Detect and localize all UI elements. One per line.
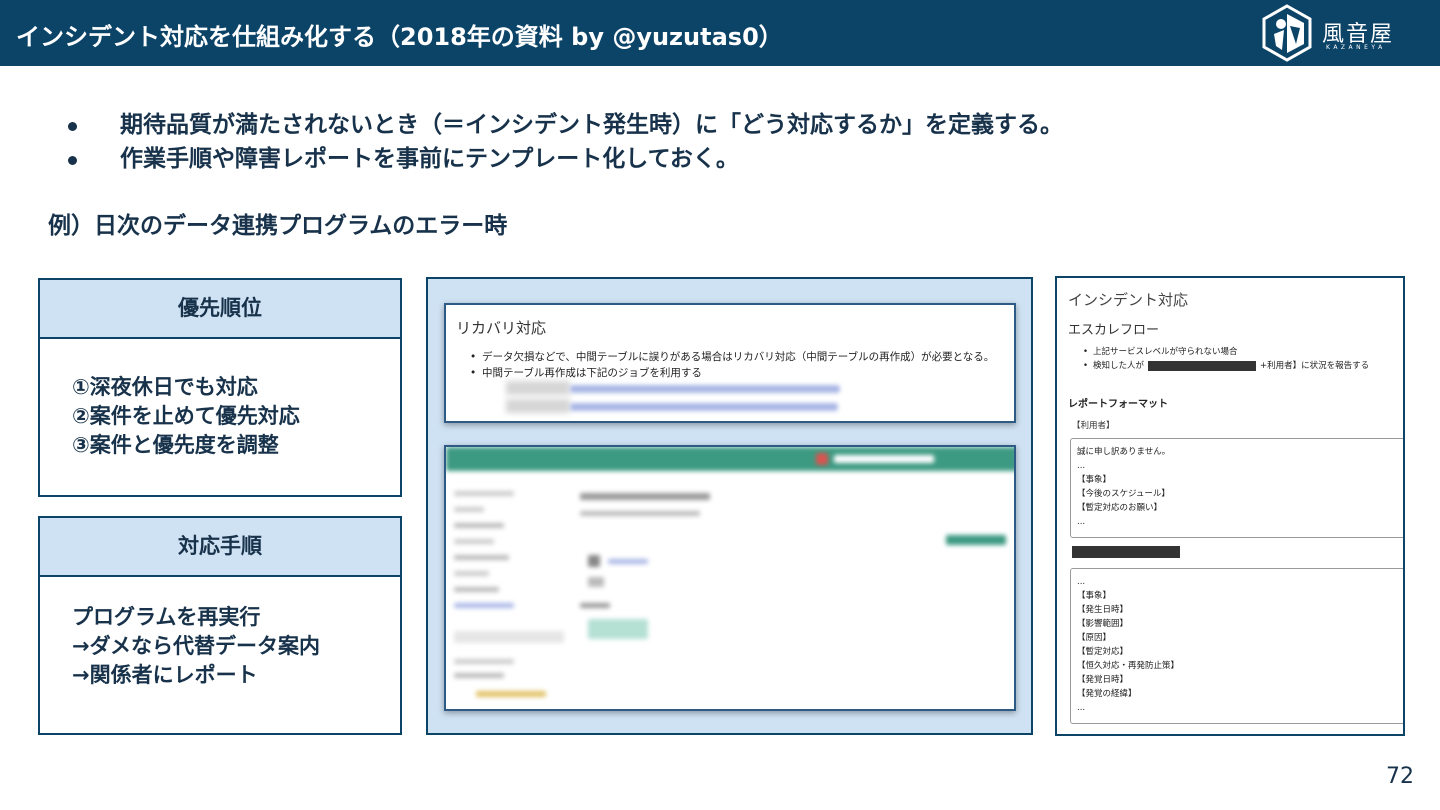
template-line: ... bbox=[1077, 577, 1086, 587]
template-line: 【発覚の経緯】 bbox=[1077, 689, 1137, 699]
priority-line: ①深夜休日でも対応 bbox=[72, 375, 258, 399]
escalation-item: 検知した人が +利用者】に状況を報告する bbox=[1083, 359, 1369, 373]
blurred-redaction bbox=[506, 399, 570, 413]
slide-title: インシデント対応を仕組み化する（2018年の資料 by @yuzutas0） bbox=[16, 23, 783, 51]
recovery-doc-list: データ欠損などで、中間テーブルに誤りがある場合はリカバリ対応（中間テーブルの再作… bbox=[470, 349, 994, 381]
report-template-user: 誠に申し訳ありません。 ... 【事象】 【今後のスケジュール】 【暫定対応のお… bbox=[1070, 438, 1403, 538]
redaction-bar bbox=[1072, 546, 1180, 558]
bullet-dot-icon bbox=[68, 156, 77, 165]
blurred-job-link[interactable] bbox=[570, 403, 838, 411]
recovery-panel: リカバリ対応 データ欠損などで、中間テーブルに誤りがある場合はリカバリ対応（中間… bbox=[426, 277, 1033, 735]
procedure-box: 対応手順 プログラムを再実行 →ダメなら代替データ案内 →関係者にレポート bbox=[38, 516, 402, 735]
recovery-doc-title: リカバリ対応 bbox=[456, 319, 547, 337]
template-line: 【暫定対応のお願い】 bbox=[1077, 503, 1163, 513]
blurred-app-screenshot bbox=[444, 445, 1016, 711]
blurred-redaction bbox=[506, 381, 570, 395]
priority-box-title: 優先順位 bbox=[40, 280, 400, 339]
escalation-text: 上記サービスレベルが守られない場合 bbox=[1093, 347, 1238, 357]
header-bar: インシデント対応を仕組み化する（2018年の資料 by @yuzutas0） 風… bbox=[0, 0, 1440, 66]
template-line: ... bbox=[1077, 517, 1086, 527]
redaction-bar bbox=[1148, 360, 1257, 371]
bullet-text: 期待品質が満たされないとき（＝インシデント発生時）に「どう対応するか」を定義する… bbox=[120, 112, 1063, 138]
escalation-list: 上記サービスレベルが守られない場合 検知した人が +利用者】に状況を報告する bbox=[1083, 345, 1369, 373]
template-line: ... bbox=[1077, 461, 1086, 471]
template-line: 【発覚日時】 bbox=[1077, 675, 1129, 685]
example-heading: 例）日次のデータ連携プログラムのエラー時 bbox=[48, 213, 508, 239]
template-line: 【事象】 bbox=[1077, 591, 1112, 601]
bullet-item: 期待品質が満たされないとき（＝インシデント発生時）に「どう対応するか」を定義する… bbox=[64, 108, 1063, 142]
logo-subtext: KAZANEYA bbox=[1326, 44, 1386, 51]
priority-box-body: ①深夜休日でも対応 ②案件を止めて優先対応 ③案件と優先度を調整 bbox=[40, 339, 400, 460]
kazaneya-logo-icon bbox=[1262, 4, 1312, 62]
template-line: 【暫定対応】 bbox=[1077, 647, 1129, 657]
template-line: 【影響範囲】 bbox=[1077, 619, 1129, 629]
incident-doc: インシデント対応 エスカレフロー 上記サービスレベルが守られない場合 検知した人… bbox=[1055, 276, 1405, 736]
escalation-text: +利用者】に状況を報告する bbox=[1260, 361, 1370, 371]
escalation-text: 検知した人が bbox=[1093, 361, 1145, 371]
bullet-dot-icon bbox=[68, 122, 77, 131]
user-label: 【利用者】 bbox=[1072, 421, 1115, 431]
incident-doc-subtitle: エスカレフロー bbox=[1068, 323, 1160, 338]
recovery-doc-item: データ欠損などで、中間テーブルに誤りがある場合はリカバリ対応（中間テーブルの再作… bbox=[470, 349, 994, 365]
template-line: 【恒久対応・再発防止策】 bbox=[1077, 661, 1180, 671]
bullet-list: 期待品質が満たされないとき（＝インシデント発生時）に「どう対応するか」を定義する… bbox=[64, 108, 1063, 176]
escalation-item: 上記サービスレベルが守られない場合 bbox=[1083, 345, 1369, 359]
template-line: ... bbox=[1077, 703, 1086, 713]
procedure-line: →関係者にレポート bbox=[72, 663, 258, 687]
procedure-box-body: プログラムを再実行 →ダメなら代替データ案内 →関係者にレポート bbox=[40, 577, 400, 690]
template-line: 【原因】 bbox=[1077, 633, 1112, 643]
recovery-doc-item: 中間テーブル再作成は下記のジョブを利用する bbox=[470, 365, 994, 381]
report-format-heading: レポートフォーマット bbox=[1068, 399, 1168, 410]
bullet-text: 作業手順や障害レポートを事前にテンプレート化しておく。 bbox=[120, 146, 739, 172]
priority-line: ③案件と優先度を調整 bbox=[72, 433, 279, 457]
kazaneya-logo: 風音屋 KAZANEYA bbox=[1260, 4, 1410, 62]
blurred-job-link[interactable] bbox=[570, 385, 840, 393]
template-line: 【発生日時】 bbox=[1077, 605, 1129, 615]
template-line: 【事象】 bbox=[1077, 475, 1112, 485]
page-number: 72 bbox=[1386, 764, 1414, 789]
report-template-internal: ... 【事象】 【発生日時】 【影響範囲】 【原因】 【暫定対応】 【恒久対応… bbox=[1070, 568, 1403, 724]
priority-line: ②案件を止めて優先対応 bbox=[72, 404, 300, 428]
procedure-line: プログラムを再実行 bbox=[72, 605, 261, 629]
template-line: 誠に申し訳ありません。 bbox=[1077, 447, 1171, 457]
priority-box: 優先順位 ①深夜休日でも対応 ②案件を止めて優先対応 ③案件と優先度を調整 bbox=[38, 278, 402, 497]
bullet-item: 作業手順や障害レポートを事前にテンプレート化しておく。 bbox=[64, 142, 1063, 176]
template-line: 【今後のスケジュール】 bbox=[1077, 489, 1170, 499]
blurred-screenshot-content bbox=[446, 447, 1014, 709]
procedure-line: →ダメなら代替データ案内 bbox=[72, 634, 320, 658]
recovery-doc: リカバリ対応 データ欠損などで、中間テーブルに誤りがある場合はリカバリ対応（中間… bbox=[444, 303, 1016, 423]
incident-doc-title: インシデント対応 bbox=[1068, 291, 1189, 309]
procedure-box-title: 対応手順 bbox=[40, 518, 400, 577]
